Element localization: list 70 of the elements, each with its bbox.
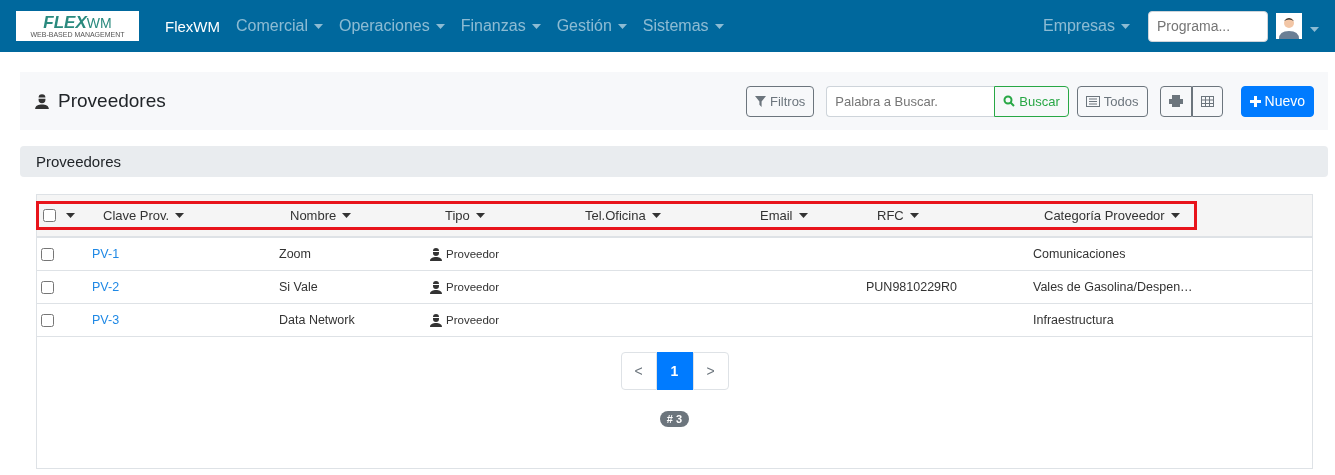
- page-title: Proveedores: [58, 90, 166, 112]
- table-cell-text: Si Vale: [278, 280, 319, 294]
- table-cell-text: Infraestructura: [1032, 313, 1115, 327]
- caret-icon: [314, 23, 323, 29]
- table-cell: Proveedor: [446, 248, 500, 260]
- caret-icon: [714, 23, 724, 29]
- search-field[interactable]: Palabra a Buscar.: [826, 85, 995, 117]
- caret-icon: [617, 23, 627, 29]
- column-header[interactable]: Clave Prov.: [89, 208, 276, 223]
- caret-icon: [798, 213, 808, 218]
- next-page-button[interactable]: >: [692, 352, 729, 390]
- table-icon: [1200, 95, 1214, 107]
- section-title: Proveedores: [36, 153, 122, 170]
- column-header[interactable]: Tel.Oficina: [571, 208, 746, 223]
- table-cell-text: PUN9810229R0: [865, 280, 959, 294]
- caret-icon: [342, 213, 352, 218]
- caret-icon: [175, 213, 185, 218]
- table-cell-text: Data Network: [278, 313, 356, 327]
- row-checkbox[interactable]: [41, 313, 54, 327]
- caret-icon: [475, 213, 485, 218]
- caret-icon: [435, 23, 445, 29]
- worker-icon: [34, 93, 50, 109]
- count-badge: # 3: [659, 411, 690, 427]
- new-button[interactable]: Nuevo: [1240, 85, 1314, 117]
- filters-button[interactable]: Filtros: [745, 85, 815, 117]
- column-header[interactable]: Tipo: [431, 208, 571, 223]
- worker-icon: [429, 247, 443, 261]
- table-cell-text: Zoom: [278, 247, 312, 261]
- table-cell: Proveedor: [446, 314, 500, 326]
- all-button[interactable]: Todos: [1076, 85, 1148, 117]
- caret-icon: [1170, 213, 1180, 218]
- search-icon: [1003, 95, 1016, 107]
- page-button[interactable]: 1: [656, 352, 693, 390]
- table-cell-text: Vales de Gasolina/Despen…: [1032, 280, 1194, 294]
- nav-menu[interactable]: Comercial: [228, 17, 331, 35]
- column-header[interactable]: RFC: [863, 208, 1030, 223]
- caret-icon: [531, 23, 541, 29]
- column-header[interactable]: Categoría Proveedor: [1030, 208, 1194, 223]
- search-button[interactable]: Buscar: [994, 85, 1069, 117]
- program-search-field[interactable]: Programa...: [1148, 10, 1268, 42]
- list-icon: [1085, 95, 1100, 107]
- supplier-link[interactable]: PV-3: [87, 313, 120, 327]
- column-header[interactable]: Nombre: [276, 208, 431, 223]
- caret-icon: [66, 213, 75, 218]
- nav-menu[interactable]: Finanzas: [452, 17, 549, 35]
- plus-icon: [1249, 95, 1261, 107]
- worker-icon: [429, 313, 443, 327]
- print-button[interactable]: [1159, 85, 1192, 117]
- supplier-link[interactable]: PV-1: [87, 247, 120, 261]
- row-checkbox[interactable]: [41, 247, 54, 261]
- caret-icon: [651, 213, 661, 218]
- select-all-checkbox[interactable]: [43, 209, 56, 222]
- brand-link[interactable]: FlexWM: [165, 17, 220, 35]
- user-avatar[interactable]: [1276, 13, 1302, 39]
- caret-icon: [909, 213, 919, 218]
- nav-menu[interactable]: Empresas: [1034, 17, 1138, 35]
- worker-icon: [429, 280, 443, 294]
- nav-menu[interactable]: Sistemas: [634, 17, 732, 35]
- supplier-link[interactable]: PV-2: [87, 280, 120, 294]
- prev-page-button[interactable]: <: [620, 352, 657, 390]
- grid-button[interactable]: [1191, 85, 1223, 117]
- table-cell-text: Comunicaciones: [1032, 247, 1127, 261]
- table-cell: Proveedor: [446, 281, 500, 293]
- caret-icon: [1121, 23, 1130, 29]
- filter-icon: [754, 95, 766, 107]
- caret-icon: [1310, 26, 1319, 32]
- row-checkbox[interactable]: [41, 280, 54, 294]
- nav-menu[interactable]: Operaciones: [331, 17, 453, 35]
- nav-menu[interactable]: Gestión: [548, 17, 635, 35]
- column-header[interactable]: Email: [746, 208, 863, 223]
